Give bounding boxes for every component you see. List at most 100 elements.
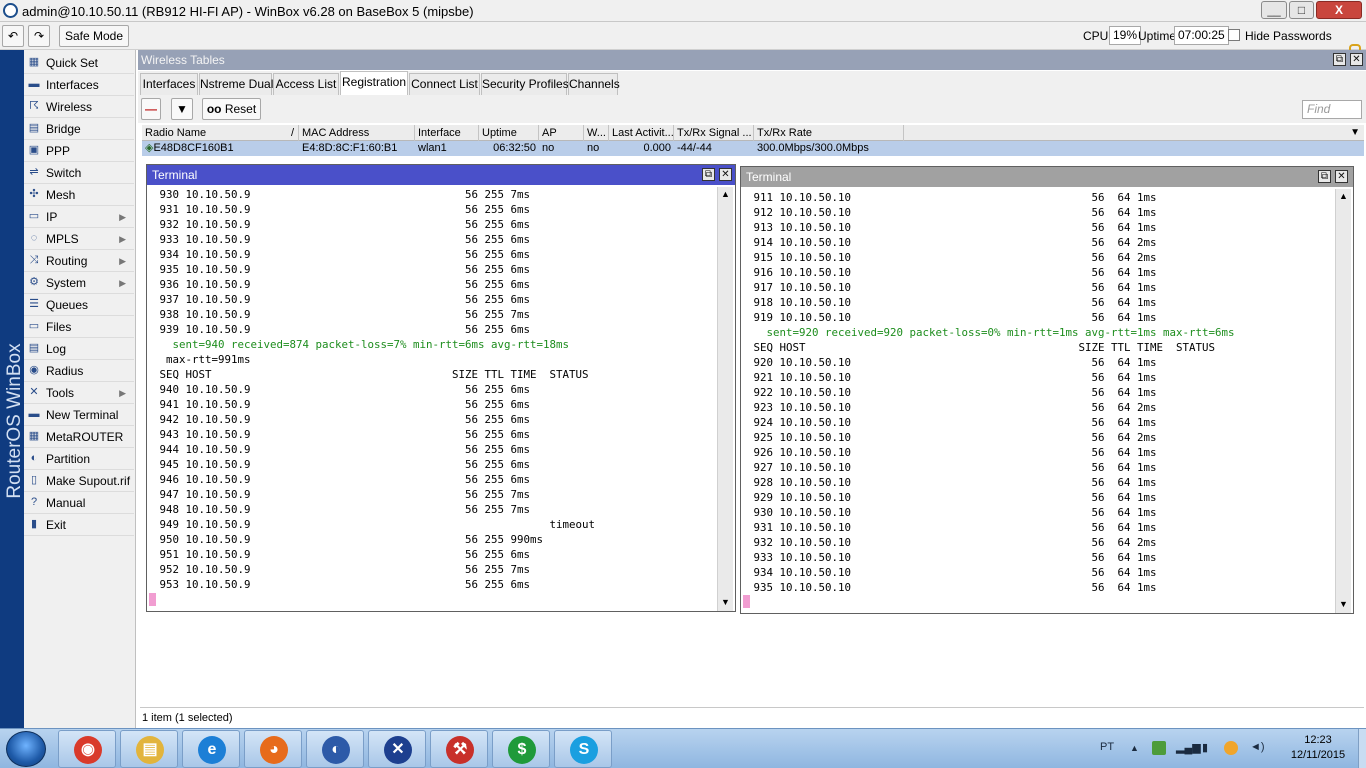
column-rate[interactable]: Tx/Rx Rate — [754, 125, 904, 141]
terminal-2-close-button[interactable]: ✕ — [1335, 170, 1348, 183]
tab-security-profiles[interactable]: Security Profiles — [481, 73, 569, 95]
terminal-line: 926 10.10.50.10 56 64 1ms — [747, 446, 1157, 459]
sidebar-item-interfaces[interactable]: ▬ Interfaces — [24, 74, 134, 96]
sidebar-item-bridge[interactable]: ▤ Bridge — [24, 118, 134, 140]
scroll-down-icon[interactable]: ▼ — [1336, 597, 1351, 612]
close-button[interactable]: X — [1316, 1, 1362, 19]
tray-update-icon[interactable] — [1224, 741, 1238, 755]
column-mac-address[interactable]: MAC Address — [299, 125, 415, 141]
column-interface[interactable]: Interface — [415, 125, 479, 141]
sidebar-item-tools[interactable]: ✕ Tools ▶ — [24, 382, 134, 404]
filter-button[interactable]: ▼ — [171, 98, 193, 120]
table-row[interactable]: ◈E48D8CF160B1 E4:8D:8C:F1:60:B1 wlan1 06… — [142, 141, 1364, 156]
tab-interfaces[interactable]: Interfaces — [140, 73, 198, 95]
tab-connect-list[interactable]: Connect List — [409, 73, 480, 95]
undo-button[interactable]: ↶ — [2, 25, 24, 47]
find-input[interactable]: Find — [1302, 100, 1362, 119]
terminal-window-1[interactable]: Terminal ⧉ ✕ 930 10.10.50.9 56 255 7ms 9… — [146, 164, 736, 612]
sidebar-item-ip[interactable]: ▭ IP ▶ — [24, 206, 134, 228]
cell-w: no — [587, 142, 600, 154]
volume-icon[interactable]: ◄) — [1250, 741, 1265, 753]
taskbar-app-button[interactable]: ⚒ — [430, 730, 488, 768]
taskbar-app-button[interactable]: ▤ — [120, 730, 178, 768]
tray-expand-icon[interactable]: ▲ — [1130, 743, 1139, 753]
terminal-2-scrollbar[interactable]: ▲ ▼ — [1335, 189, 1351, 613]
terminal-1-close-button[interactable]: ✕ — [719, 168, 732, 181]
taskbar-app-button[interactable]: ✕ — [368, 730, 426, 768]
sidebar-item-metarouter[interactable]: ▦ MetaROUTER — [24, 426, 134, 448]
tab-access-list[interactable]: Access List — [273, 73, 339, 95]
show-desktop-button[interactable] — [1358, 729, 1366, 768]
sidebar-item-ppp[interactable]: ▣ PPP — [24, 140, 134, 162]
maximize-button[interactable]: □ — [1289, 1, 1314, 19]
status-bar: 1 item (1 selected) — [140, 707, 1364, 727]
column-ap[interactable]: AP — [539, 125, 584, 141]
start-button[interactable] — [6, 731, 46, 767]
terminal-2-cursor[interactable] — [743, 595, 750, 608]
column-last-activity[interactable]: Last Activit... — [609, 125, 674, 141]
sidebar-item-label: Make Supout.rif — [46, 474, 131, 488]
terminal-line: 918 10.10.50.10 56 64 1ms — [747, 296, 1157, 309]
column-w[interactable]: W... — [584, 125, 609, 141]
sidebar-item-make-supout-rif[interactable]: ▯ Make Supout.rif — [24, 470, 134, 492]
tray-app-icon[interactable] — [1152, 741, 1166, 755]
columns-dropdown-icon[interactable]: ▼ — [1350, 125, 1360, 141]
sidebar-item-system[interactable]: ⚙ System ▶ — [24, 272, 134, 294]
sidebar-item-switch[interactable]: ⇌ Switch — [24, 162, 134, 184]
terminal-line: 947 10.10.50.9 56 255 7ms — [153, 488, 531, 501]
panel-close-button[interactable]: ✕ — [1350, 53, 1363, 66]
taskbar-app-button[interactable]: S — [554, 730, 612, 768]
scroll-up-icon[interactable]: ▲ — [718, 187, 733, 202]
taskbar-app-button[interactable]: ◉ — [58, 730, 116, 768]
sidebar-item-exit[interactable]: ▮ Exit — [24, 514, 134, 536]
terminal-1-scrollbar[interactable]: ▲ ▼ — [717, 187, 733, 611]
terminal-2-restore-button[interactable]: ⧉ — [1318, 170, 1331, 183]
sidebar-item-partition[interactable]: ◐ Partition — [24, 448, 134, 470]
sidebar-item-label: Tools — [46, 386, 75, 400]
hide-passwords-checkbox[interactable] — [1228, 29, 1240, 41]
sidebar-item-files[interactable]: ▭ Files — [24, 316, 134, 338]
taskbar-app-button[interactable]: $ — [492, 730, 550, 768]
column-signal[interactable]: Tx/Rx Signal ... — [674, 125, 754, 141]
terminal-1-cursor[interactable] — [149, 593, 156, 606]
sidebar-item-wireless[interactable]: ☈ Wireless — [24, 96, 134, 118]
minimize-button[interactable]: __ — [1261, 1, 1287, 19]
panel-restore-button[interactable]: ⧉ — [1333, 53, 1346, 66]
ip-icon: ▭ — [28, 210, 40, 222]
cell-last-activity: 0.000 — [643, 142, 671, 154]
taskbar-app-button[interactable]: ◕ — [244, 730, 302, 768]
submenu-arrow-icon: ▶ — [119, 388, 126, 398]
sidebar-item-mpls[interactable]: ◌ MPLS ▶ — [24, 228, 134, 250]
terminal-line: 948 10.10.50.9 56 255 7ms — [153, 503, 531, 516]
network-icon[interactable]: ▂▄▆ — [1176, 741, 1201, 754]
terminal-window-2[interactable]: Terminal ⧉ ✕ 911 10.10.50.10 56 64 1ms 9… — [740, 166, 1354, 614]
tab-channels[interactable]: Channels — [568, 73, 620, 95]
column-uptime[interactable]: Uptime — [479, 125, 539, 141]
scroll-up-icon[interactable]: ▲ — [1336, 189, 1351, 204]
sidebar-item-log[interactable]: ▤ Log — [24, 338, 134, 360]
switch-icon: ⇌ — [29, 166, 39, 178]
terminal-1-restore-button[interactable]: ⧉ — [702, 168, 715, 181]
sidebar-item-mesh[interactable]: ✣ Mesh — [24, 184, 134, 206]
reset-counters-button[interactable]: oo Reset — [202, 98, 261, 120]
terminal-line: 916 10.10.50.10 56 64 1ms — [747, 266, 1157, 279]
sidebar-item-radius[interactable]: ◉ Radius — [24, 360, 134, 382]
system-clock[interactable]: 12:23 12/11/2015 — [1280, 733, 1356, 763]
sidebar-item-new-terminal[interactable]: ▬ New Terminal — [24, 404, 134, 426]
remove-button[interactable]: — — [141, 98, 161, 120]
safe-mode-button[interactable]: Safe Mode — [59, 25, 129, 47]
redo-button[interactable]: ↷ — [28, 25, 50, 47]
battery-icon[interactable]: ▮ — [1202, 741, 1208, 754]
sidebar-item-routing[interactable]: ⤨ Routing ▶ — [24, 250, 134, 272]
queues-icon: ☰ — [29, 298, 39, 310]
tab-registration[interactable]: Registration — [340, 71, 408, 95]
column-radio-name[interactable]: Radio Name / — [142, 125, 299, 141]
taskbar-app-button[interactable]: e — [182, 730, 240, 768]
scroll-down-icon[interactable]: ▼ — [718, 595, 733, 610]
language-indicator[interactable]: PT — [1100, 741, 1114, 753]
taskbar-app-button[interactable]: ◐ — [306, 730, 364, 768]
tab-nstreme-dual[interactable]: Nstreme Dual — [199, 73, 273, 95]
sidebar-item-manual[interactable]: ? Manual — [24, 492, 134, 514]
sidebar-item-queues[interactable]: ☰ Queues — [24, 294, 134, 316]
sidebar-item-quick-set[interactable]: ▦ Quick Set — [24, 52, 134, 74]
